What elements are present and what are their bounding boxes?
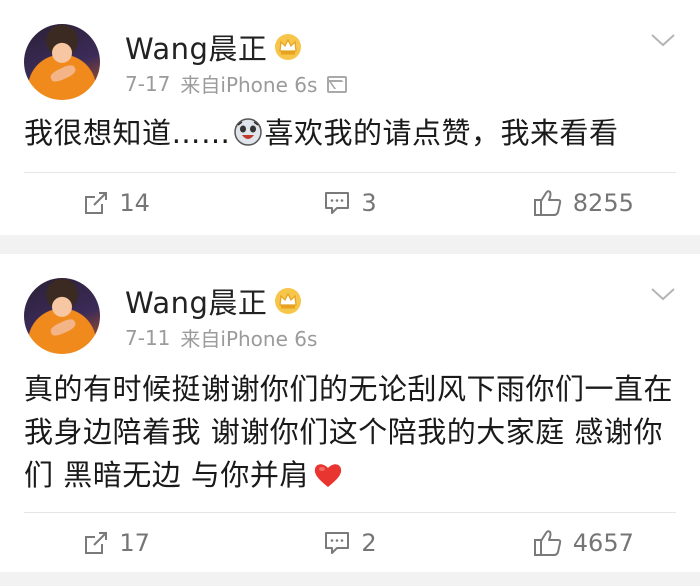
comment-icon [325,192,350,214]
action-bar: 17 2 4657 [0,513,700,573]
post-time: 7-17 [125,71,171,96]
chevron-down-icon[interactable] [650,284,676,304]
username[interactable]: Wang晨正 [125,26,267,68]
vip-crown-icon[interactable] [273,286,303,316]
repost-button[interactable]: 17 [0,513,233,573]
post-text: 真的有时候挺谢谢你们的无论刮风下雨你们一直在我身边陪着我 谢谢你们这个陪我的大家… [24,368,676,497]
post-time: 7-11 [125,325,171,350]
post-text-part: 喜欢我的请点赞，我来看看 [264,116,619,150]
post-text: 我很想知道…… 喜欢我的请点赞，我来看看 [24,112,676,155]
repost-count: 14 [119,189,150,217]
chevron-down-icon[interactable] [650,30,676,50]
image-icon [327,76,348,93]
action-bar: 14 3 8255 [0,173,700,233]
post-source[interactable]: 来自iPhone 6s [180,69,317,98]
comment-count: 2 [361,529,377,557]
post-header-user: Wang晨正 [125,280,303,322]
comment-icon [325,532,350,554]
like-button[interactable]: 8255 [467,173,700,233]
like-button[interactable]: 4657 [467,513,700,573]
repost-icon [85,192,108,214]
avatar[interactable] [24,24,100,100]
vip-crown-icon[interactable] [273,32,303,62]
post-header-user: Wang晨正 [125,26,303,68]
thumbs-up-icon [533,190,562,216]
comment-button[interactable]: 3 [233,173,466,233]
repost-count: 17 [119,529,150,557]
red-heart-emoji [314,464,342,487]
repost-button[interactable]: 14 [0,173,233,233]
repost-icon [85,532,108,554]
comment-count: 3 [361,189,377,217]
weibo-post: Wang晨正 7-17 来自iPhone 6s 我很想知道…… 喜欢我的请点赞，… [0,0,700,235]
post-source[interactable]: 来自iPhone 6s [180,323,317,352]
comment-button[interactable]: 2 [233,513,466,573]
laughing-crying-face-emoji [233,118,262,146]
like-count: 4657 [572,529,634,557]
avatar[interactable] [24,278,100,354]
weibo-post: Wang晨正 7-11 来自iPhone 6s 真的有时候挺谢谢你们的无论刮风下… [0,254,700,572]
username[interactable]: Wang晨正 [125,280,267,322]
post-meta: 7-11 来自iPhone 6s [125,323,317,352]
like-count: 8255 [572,189,634,217]
post-meta: 7-17 来自iPhone 6s [125,69,348,98]
post-text-part: 我很想知道…… [24,116,231,150]
post-text-part: 真的有时候挺谢谢你们的无论刮风下雨你们一直在我身边陪着我 谢谢你们这个陪我的大家… [24,372,674,492]
thumbs-up-icon [533,530,562,556]
